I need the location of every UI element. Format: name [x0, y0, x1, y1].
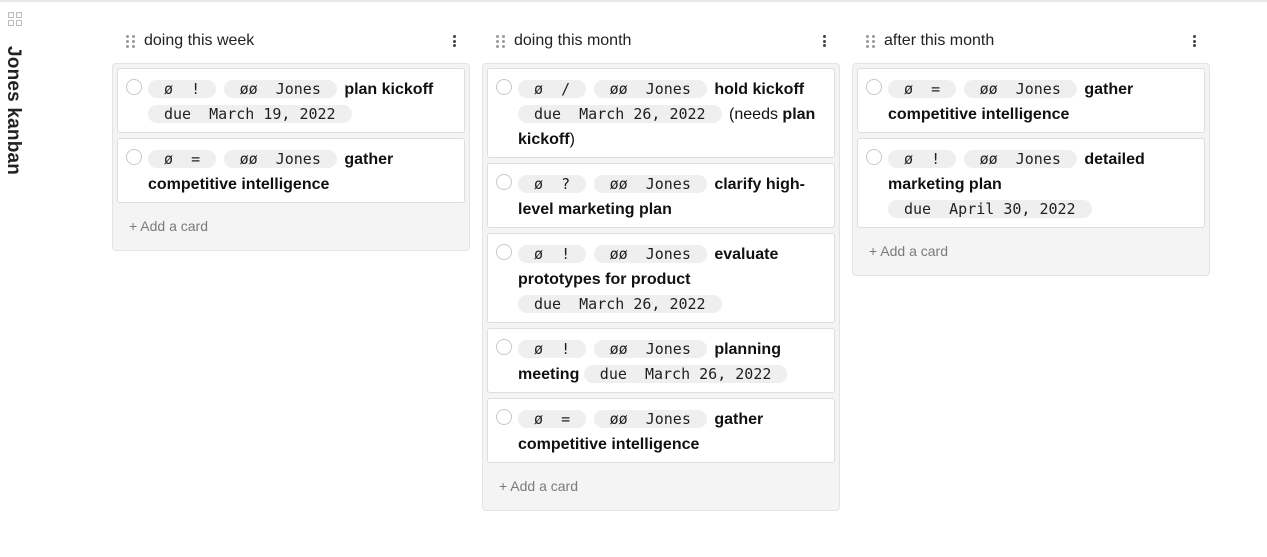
task-checkbox[interactable]	[496, 244, 512, 260]
task-checkbox[interactable]	[866, 149, 882, 165]
task-checkbox[interactable]	[866, 79, 882, 95]
drag-handle-icon[interactable]	[126, 34, 136, 48]
task-card[interactable]: ø / øø Jones hold kickoff due March 26, …	[487, 68, 835, 158]
column-title: after this month	[884, 32, 995, 49]
priority-tag[interactable]: ø =	[888, 80, 957, 98]
task-checkbox[interactable]	[496, 409, 512, 425]
task-card[interactable]: ø = øø Jones gather competitive intellig…	[117, 138, 465, 203]
owner-tag[interactable]: øø Jones	[963, 80, 1077, 98]
priority-tag[interactable]: ø !	[518, 245, 587, 263]
priority-tag[interactable]: ø !	[888, 150, 957, 168]
due-date-tag[interactable]: due March 26, 2022	[518, 105, 722, 123]
priority-tag[interactable]: ø =	[148, 150, 217, 168]
owner-tag[interactable]: øø Jones	[593, 175, 707, 193]
dependency-note-close: )	[569, 131, 575, 148]
priority-tag[interactable]: ø /	[518, 80, 587, 98]
task-card[interactable]: ø ? øø Jones clarify high-level marketin…	[487, 163, 835, 228]
column-menu-icon[interactable]	[452, 35, 456, 47]
priority-tag[interactable]: ø =	[518, 410, 587, 428]
owner-tag[interactable]: øø Jones	[963, 150, 1077, 168]
dependency-note-open: (needs	[729, 106, 778, 123]
owner-tag[interactable]: øø Jones	[593, 80, 707, 98]
task-card[interactable]: ø = øø Jones gather competitive intellig…	[487, 398, 835, 463]
column-after-this-month: ø = øø Jones gather competitive intellig…	[852, 63, 1210, 276]
column-header-doing-this-week: doing this week	[126, 30, 456, 52]
owner-tag[interactable]: øø Jones	[223, 80, 337, 98]
column-doing-this-month: ø / øø Jones hold kickoff due March 26, …	[482, 63, 840, 511]
task-card[interactable]: ø ! øø Jones evaluate prototypes for pro…	[487, 233, 835, 323]
task-card[interactable]: ø ! øø Jones planning meeting due March …	[487, 328, 835, 393]
task-checkbox[interactable]	[126, 79, 142, 95]
column-menu-icon[interactable]	[1192, 35, 1196, 47]
owner-tag[interactable]: øø Jones	[593, 340, 707, 358]
priority-tag[interactable]: ø !	[518, 340, 587, 358]
owner-tag[interactable]: øø Jones	[593, 410, 707, 428]
owner-tag[interactable]: øø Jones	[223, 150, 337, 168]
task-checkbox[interactable]	[496, 79, 512, 95]
column-title: doing this week	[144, 32, 255, 49]
task-card[interactable]: ø = øø Jones gather competitive intellig…	[857, 68, 1205, 133]
board-view-icon[interactable]	[8, 12, 22, 26]
due-date-tag[interactable]: due April 30, 2022	[888, 200, 1092, 218]
task-card[interactable]: ø ! øø Jones plan kickoff due March 19, …	[117, 68, 465, 133]
column-menu-icon[interactable]	[822, 35, 826, 47]
task-checkbox[interactable]	[496, 174, 512, 190]
task-checkbox[interactable]	[126, 149, 142, 165]
add-card-button[interactable]: + Add a card	[117, 208, 465, 250]
owner-tag[interactable]: øø Jones	[593, 245, 707, 263]
top-divider	[0, 0, 1267, 2]
due-date-tag[interactable]: due March 26, 2022	[518, 295, 722, 313]
column-title: doing this month	[514, 32, 632, 49]
due-date-tag[interactable]: due March 26, 2022	[583, 365, 788, 383]
due-date-tag[interactable]: due March 19, 2022	[148, 105, 352, 123]
priority-tag[interactable]: ø ?	[518, 175, 587, 193]
task-title: plan kickoff	[344, 81, 434, 98]
priority-tag[interactable]: ø !	[148, 80, 217, 98]
add-card-button[interactable]: + Add a card	[487, 468, 835, 510]
column-header-doing-this-month: doing this month	[496, 30, 826, 52]
column-doing-this-week: ø ! øø Jones plan kickoff due March 19, …	[112, 63, 470, 251]
task-card[interactable]: ø ! øø Jones detailed marketing plan due…	[857, 138, 1205, 228]
add-card-button[interactable]: + Add a card	[857, 233, 1205, 275]
task-checkbox[interactable]	[496, 339, 512, 355]
board-title: Jones kanban	[3, 46, 24, 176]
task-title: hold kickoff	[714, 81, 805, 98]
drag-handle-icon[interactable]	[496, 34, 506, 48]
drag-handle-icon[interactable]	[866, 34, 876, 48]
column-header-after-this-month: after this month	[866, 30, 1196, 52]
